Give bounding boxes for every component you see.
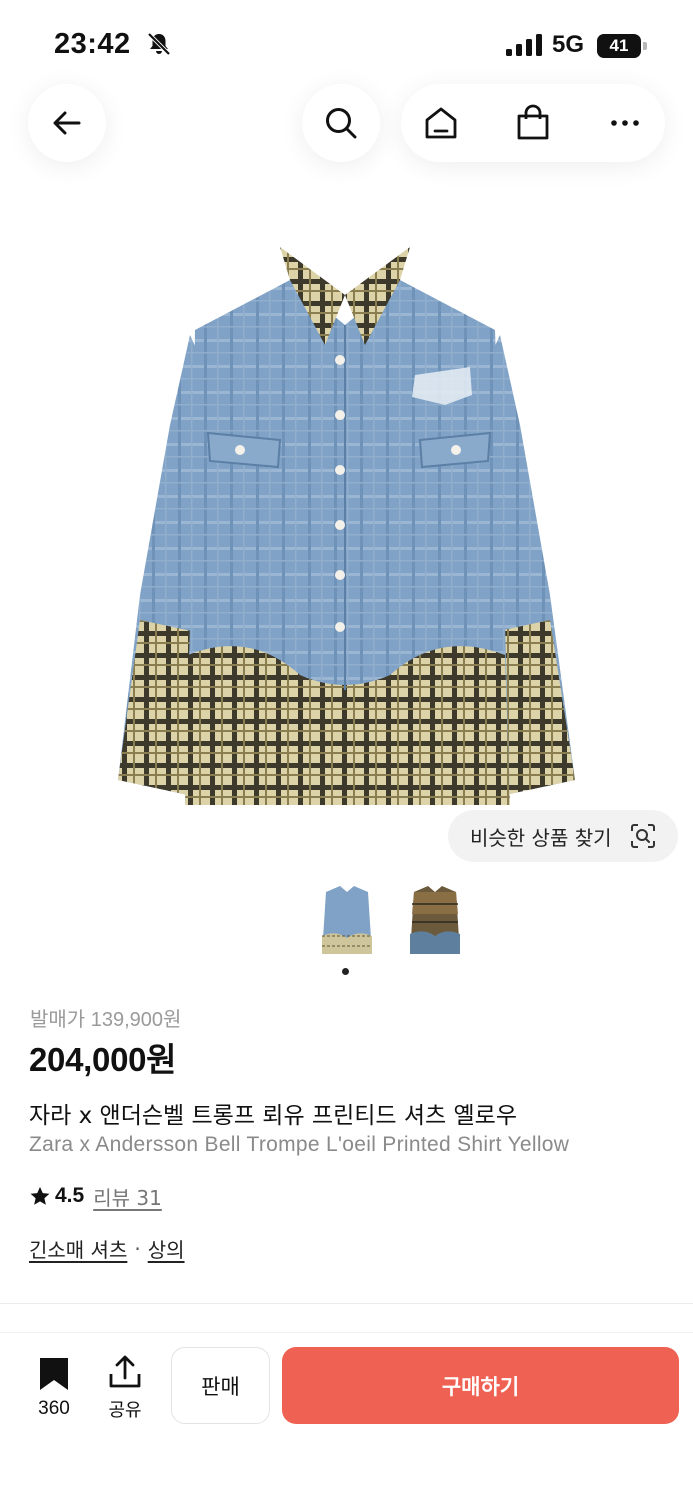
more-horizontal-icon	[611, 120, 639, 126]
share-button[interactable]: 공유	[100, 1354, 150, 1422]
bookmark-count: 360	[38, 1398, 70, 1419]
battery-icon: 41	[597, 34, 647, 58]
search-icon	[326, 108, 357, 139]
shopping-bag-icon	[517, 104, 549, 140]
home-icon	[425, 107, 457, 139]
section-divider	[0, 1303, 693, 1304]
reviews-link[interactable]: 리뷰 31	[93, 1182, 162, 1211]
release-price: 발매가 139,900원	[30, 1009, 182, 1031]
find-similar-label: 비슷한 상품 찾기	[470, 825, 612, 850]
search-button[interactable]	[302, 84, 380, 162]
product-image[interactable]	[100, 235, 590, 820]
status-time: 23:42	[54, 28, 131, 60]
category-separator: ·	[134, 1236, 141, 1261]
share-icon	[109, 1355, 141, 1388]
cellular-signal-icon	[506, 34, 542, 56]
battery-level: 41	[597, 34, 641, 58]
gallery-thumbnail[interactable]	[316, 884, 378, 960]
sell-button[interactable]: 판매	[171, 1347, 270, 1424]
product-name-korean: 자라 x 앤더슨벨 트롱프 뢰유 프린티드 셔츠 옐로우	[29, 1103, 517, 1129]
bookmark-icon	[40, 1358, 68, 1390]
visual-search-icon	[631, 824, 655, 848]
home-button[interactable]	[422, 104, 460, 142]
share-label: 공유	[108, 1400, 142, 1421]
product-name-english: Zara x Andersson Bell Trompe L'oeil Prin…	[29, 1133, 570, 1156]
network-type: 5G	[552, 31, 585, 58]
cart-button[interactable]	[514, 104, 552, 142]
find-similar-button[interactable]: 비슷한 상품 찾기	[448, 810, 678, 862]
category-link[interactable]: 긴소매 셔츠	[29, 1234, 127, 1263]
status-bar: 23:42 5G 41	[0, 0, 693, 90]
buy-button[interactable]: 구매하기	[282, 1347, 679, 1424]
category-link[interactable]: 상의	[148, 1234, 185, 1263]
rating-row: 4.5 리뷰 31	[29, 1182, 162, 1210]
current-price: 204,000원	[29, 1041, 177, 1078]
category-breadcrumb: 긴소매 셔츠 · 상의	[29, 1234, 185, 1263]
more-button[interactable]	[606, 104, 644, 142]
gallery-thumbnail[interactable]	[404, 884, 466, 960]
gallery-indicator-active	[342, 968, 349, 975]
rating-score: 4.5	[55, 1184, 85, 1207]
star-icon	[30, 1186, 50, 1205]
arrow-left-icon	[53, 111, 81, 135]
back-button[interactable]	[28, 84, 106, 162]
bookmark-button[interactable]: 360	[28, 1356, 80, 1420]
bell-mute-icon	[147, 32, 171, 56]
nav-action-group	[401, 84, 665, 162]
